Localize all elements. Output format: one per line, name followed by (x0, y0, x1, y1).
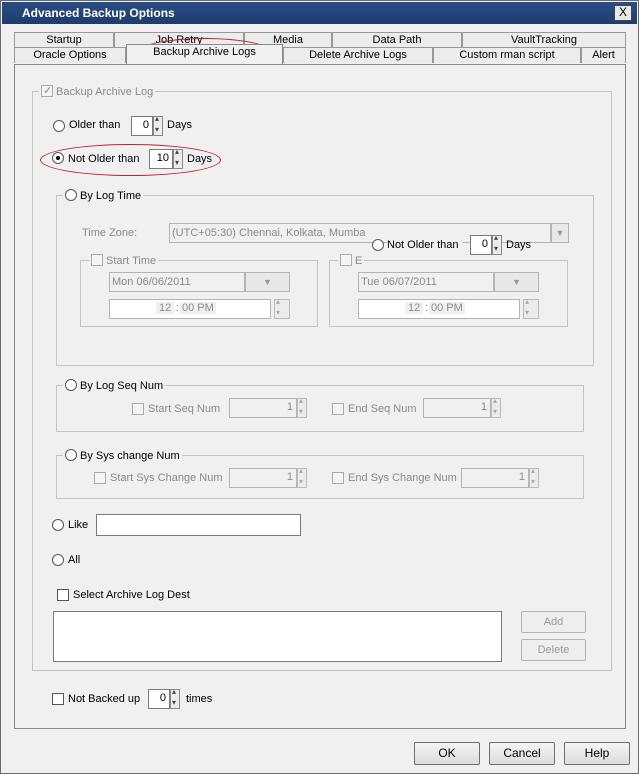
log-time-not-older-unit: Days (506, 239, 532, 251)
not-backed-up-label: Not Backed up (68, 693, 141, 705)
end-seq-input[interactable]: 1 (423, 398, 491, 418)
backup-archive-log-checkbox[interactable] (41, 84, 53, 97)
end-sep: : (425, 302, 429, 314)
all-label: All (68, 554, 81, 566)
tab-startup[interactable]: Startup (14, 32, 114, 48)
all-radio[interactable] (52, 554, 64, 566)
older-than-radio[interactable] (53, 120, 65, 132)
tab-delete-archive-logs[interactable]: Delete Archive Logs (283, 47, 433, 63)
start-time-spinner[interactable] (274, 297, 290, 319)
start-time-label: Start Time (106, 255, 157, 267)
select-archive-log-dest-checkbox[interactable] (57, 589, 69, 601)
start-time-field[interactable]: 12 : 00 PM (109, 299, 271, 319)
like-input[interactable] (96, 514, 301, 536)
by-log-seq-header: By Log Seq Num (63, 379, 166, 392)
end-hour: 12 (405, 302, 424, 314)
tab-alert[interactable]: Alert (581, 47, 626, 63)
start-hour: 12 (156, 302, 175, 314)
start-sys-change-label: Start Sys Change Num (110, 472, 223, 484)
end-seq-label: End Seq Num (348, 403, 417, 415)
start-date-picker[interactable]: Mon 06/06/2011 (109, 272, 245, 292)
by-log-time-header: By Log Time (63, 189, 144, 202)
like-radio[interactable] (52, 519, 64, 531)
end-date-picker[interactable]: Tue 06/07/2011 (358, 272, 494, 292)
start-sys-change-checkbox[interactable] (94, 472, 106, 484)
end-time-spinner[interactable] (523, 297, 539, 319)
like-label: Like (68, 519, 89, 531)
start-sep: : (176, 302, 180, 314)
log-time-not-older-input[interactable]: 0 (470, 235, 492, 255)
select-archive-log-dest-label: Select Archive Log Dest (73, 589, 190, 601)
start-time-header: Start Time (89, 254, 159, 267)
tab-data-path[interactable]: Data Path (332, 32, 462, 48)
close-icon[interactable]: X (614, 5, 632, 21)
log-time-not-older-radio[interactable] (372, 239, 384, 251)
not-backed-up-input[interactable]: 0 (148, 689, 170, 709)
end-sys-change-label: End Sys Change Num (348, 472, 457, 484)
by-log-time-label: By Log Time (80, 190, 142, 202)
end-seq-checkbox[interactable] (332, 403, 344, 415)
end-time-label: E (355, 255, 363, 267)
backup-archive-log-header: Backup Archive Log (39, 84, 156, 98)
start-date-dropdown-icon[interactable]: ▼ (245, 272, 290, 292)
advanced-backup-options-dialog: Advanced Backup Options X Startup Job Re… (0, 0, 639, 774)
older-than-input[interactable]: 0 (131, 116, 153, 136)
archive-log-dest-list[interactable] (53, 611, 502, 662)
window-title: Advanced Backup Options (22, 6, 175, 20)
by-sys-change-radio[interactable] (65, 449, 77, 461)
start-seq-checkbox[interactable] (132, 403, 144, 415)
tab-backup-archive-logs[interactable]: Backup Archive Logs (126, 44, 283, 64)
ok-button[interactable]: OK (414, 742, 480, 765)
older-than-spinner[interactable] (153, 114, 163, 136)
start-time-checkbox[interactable] (91, 254, 103, 266)
not-backed-up-checkbox[interactable] (52, 693, 64, 705)
help-button[interactable]: Help (564, 742, 630, 765)
not-backed-up-unit: times (186, 693, 213, 705)
end-minute: 00 PM (429, 302, 465, 314)
cancel-button[interactable]: Cancel (489, 742, 555, 765)
time-zone-dropdown-icon[interactable]: ▼ (551, 223, 569, 243)
log-time-not-older-label: Not Older than (387, 239, 463, 251)
not-backed-up-spinner[interactable] (170, 687, 180, 709)
by-log-seq-label: By Log Seq Num (80, 380, 164, 392)
delete-button[interactable]: Delete (521, 639, 586, 661)
end-time-field[interactable]: 12 : 00 PM (358, 299, 520, 319)
add-button[interactable]: Add (521, 611, 586, 633)
backup-archive-log-label: Backup Archive Log (56, 86, 154, 98)
end-time-checkbox[interactable] (340, 254, 352, 266)
log-time-not-older-spinner[interactable] (492, 233, 502, 255)
start-seq-input[interactable]: 1 (229, 398, 297, 418)
by-sys-change-header: By Sys change Num (63, 449, 182, 462)
tab-vaulttracking[interactable]: VaultTracking (462, 32, 626, 48)
older-than-label: Older than (69, 119, 121, 131)
start-seq-spinner[interactable] (297, 396, 307, 418)
by-log-seq-radio[interactable] (65, 379, 77, 391)
end-seq-spinner[interactable] (491, 396, 501, 418)
start-sys-change-input[interactable]: 1 (229, 468, 297, 488)
tab-custom-rman-script[interactable]: Custom rman script (433, 47, 581, 63)
tab-oracle-options[interactable]: Oracle Options (14, 47, 126, 63)
end-time-header: E (338, 254, 365, 267)
by-log-time-radio[interactable] (65, 189, 77, 201)
start-minute: 00 PM (180, 302, 216, 314)
older-than-unit: Days (167, 119, 193, 131)
end-sys-change-input[interactable]: 1 (461, 468, 529, 488)
start-sys-change-spinner[interactable] (297, 466, 307, 488)
start-seq-label: Start Seq Num (148, 403, 221, 415)
annotation-ring-not-older (40, 144, 221, 176)
time-zone-label: Time Zone: (82, 227, 138, 239)
end-sys-change-checkbox[interactable] (332, 472, 344, 484)
by-sys-change-label: By Sys change Num (80, 450, 180, 462)
end-sys-change-spinner[interactable] (529, 466, 539, 488)
title-bar: Advanced Backup Options X (2, 2, 637, 24)
end-date-dropdown-icon[interactable]: ▼ (494, 272, 539, 292)
